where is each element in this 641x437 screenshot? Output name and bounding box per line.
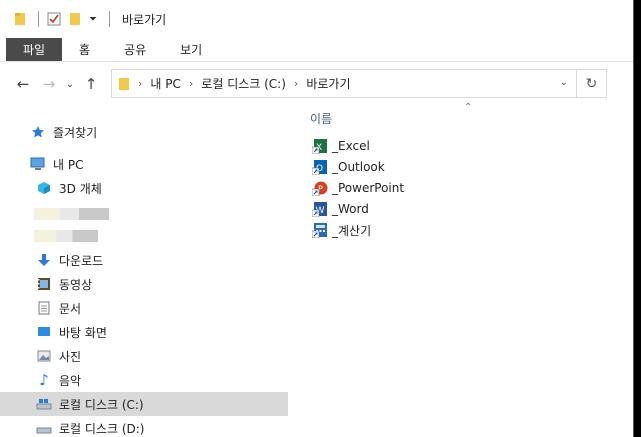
breadcrumb-chevron-icon[interactable]: ›	[189, 77, 193, 90]
nav-label-local-disk-c: 로컬 디스크 (C:)	[59, 397, 144, 412]
nav-item-my-pc[interactable]: 내 PC	[30, 152, 288, 176]
address-history-dropdown-icon[interactable]: ⌄	[560, 77, 568, 88]
file-name: _Outlook	[332, 160, 385, 174]
file-name: _PowerPoint	[332, 181, 405, 195]
nav-label-3d-objects: 3D 개체	[59, 181, 102, 196]
pictures-icon	[36, 348, 52, 364]
sort-ascending-icon: ⌃	[464, 102, 473, 113]
recent-locations-chevron-icon[interactable]: ⌄	[62, 71, 78, 97]
nav-item-3d-objects[interactable]: 3D 개체	[36, 176, 288, 200]
file-name: _계산기	[332, 223, 372, 238]
nav-item-desktop[interactable]: 바탕 화면	[36, 320, 288, 344]
address-bar[interactable]: › 내 PC › 로컬 디스크 (C:) › 바로가기 ⌄ ↻	[111, 69, 607, 98]
properties-icon[interactable]	[47, 12, 61, 26]
title-bar: ⏷ 바로가기	[0, 0, 633, 38]
breadcrumb-chevron-icon[interactable]: ›	[294, 77, 298, 90]
address-folder-icon	[118, 77, 130, 91]
column-header-name[interactable]: 이름	[310, 110, 332, 127]
new-folder-icon[interactable]	[69, 12, 81, 26]
desktop-icon	[36, 324, 52, 340]
breadcrumb-local-disk-c[interactable]: 로컬 디스크 (C:)	[201, 75, 286, 92]
nav-label-documents: 문서	[59, 301, 82, 316]
tab-view[interactable]: 보기	[163, 38, 219, 61]
blurred-nav-item	[34, 230, 98, 242]
computer-icon	[30, 156, 46, 172]
music-icon: ♪	[39, 371, 49, 389]
breadcrumb-my-pc[interactable]: 내 PC	[150, 75, 180, 92]
window-title: 바로가기	[122, 12, 167, 27]
nav-label-videos: 동영상	[59, 277, 93, 292]
calculator-shortcut-icon	[311, 222, 328, 239]
title-separator-2	[109, 11, 110, 27]
ribbon-tabs: 파일 홈 공유 보기	[0, 38, 633, 62]
document-icon	[36, 300, 52, 316]
tab-file[interactable]: 파일	[6, 38, 62, 61]
powerpoint-shortcut-icon: P	[311, 180, 328, 197]
nav-label-downloads: 다운로드	[59, 253, 104, 268]
outlook-shortcut-icon: O	[311, 159, 328, 176]
file-item-powerpoint[interactable]: P _PowerPoint	[311, 178, 405, 198]
tab-home[interactable]: 홈	[62, 38, 107, 61]
nav-item-pictures[interactable]: 사진	[36, 344, 288, 368]
nav-item-videos[interactable]: 동영상	[36, 272, 288, 296]
download-icon	[36, 252, 52, 268]
nav-item-downloads[interactable]: 다운로드	[36, 248, 288, 272]
file-item-excel[interactable]: X _Excel	[311, 136, 370, 156]
nav-item-quick-access[interactable]: 즐겨찾기	[30, 120, 288, 144]
folder-icon	[14, 12, 26, 26]
file-item-calculator[interactable]: _계산기	[311, 220, 372, 240]
quick-access-dropdown-icon[interactable]: ⏷	[89, 14, 97, 25]
up-arrow-icon[interactable]: ↑	[78, 71, 104, 97]
file-item-outlook[interactable]: O _Outlook	[311, 157, 385, 177]
file-list: ⌃ 이름 X _Excel O _Outlook P _PowerPoint W…	[296, 102, 633, 437]
nav-item-local-disk-d[interactable]: 로컬 디스크 (D:)	[36, 416, 288, 437]
refresh-icon[interactable]: ↻	[576, 70, 606, 97]
nav-item-music[interactable]: ♪ 음악	[36, 368, 288, 392]
nav-label-quick-access: 즐겨찾기	[53, 125, 98, 140]
nav-item-documents[interactable]: 문서	[36, 296, 288, 320]
star-icon	[30, 124, 46, 140]
nav-label-my-pc: 내 PC	[53, 157, 84, 172]
file-name: _Excel	[332, 139, 370, 153]
video-icon	[36, 276, 52, 292]
drive-icon	[36, 396, 52, 412]
breadcrumb-shortcuts[interactable]: 바로가기	[306, 75, 350, 92]
back-arrow-icon[interactable]: ←	[10, 71, 36, 97]
breadcrumb-chevron-icon[interactable]: ›	[138, 77, 142, 90]
navigation-pane: 즐겨찾기 내 PC 3D 개체 다운로드 동영상 문서 바탕 화면 사진 ♪ 음…	[0, 106, 290, 437]
cube-3d-icon	[36, 180, 52, 196]
nav-item-local-disk-c[interactable]: 로컬 디스크 (C:)	[0, 392, 288, 416]
drive-icon	[36, 420, 52, 436]
nav-label-music: 음악	[59, 373, 82, 388]
nav-label-desktop: 바탕 화면	[59, 325, 107, 340]
forward-arrow-icon[interactable]: →	[36, 71, 62, 97]
explorer-window: ⏷ 바로가기 파일 홈 공유 보기 ← → ⌄ ↑ › 내 PC › 로컬 디스…	[0, 0, 634, 437]
nav-label-pictures: 사진	[59, 349, 82, 364]
tab-share[interactable]: 공유	[107, 38, 163, 61]
nav-label-local-disk-d: 로컬 디스크 (D:)	[59, 421, 145, 436]
file-item-word[interactable]: W _Word	[311, 199, 369, 219]
file-name: _Word	[332, 202, 369, 216]
navigation-row: ← → ⌄ ↑ › 내 PC › 로컬 디스크 (C:) › 바로가기 ⌄ ↻	[0, 62, 633, 106]
word-shortcut-icon: W	[311, 201, 328, 218]
blurred-nav-item	[34, 208, 109, 220]
excel-shortcut-icon: X	[311, 138, 328, 155]
title-separator	[38, 11, 39, 27]
